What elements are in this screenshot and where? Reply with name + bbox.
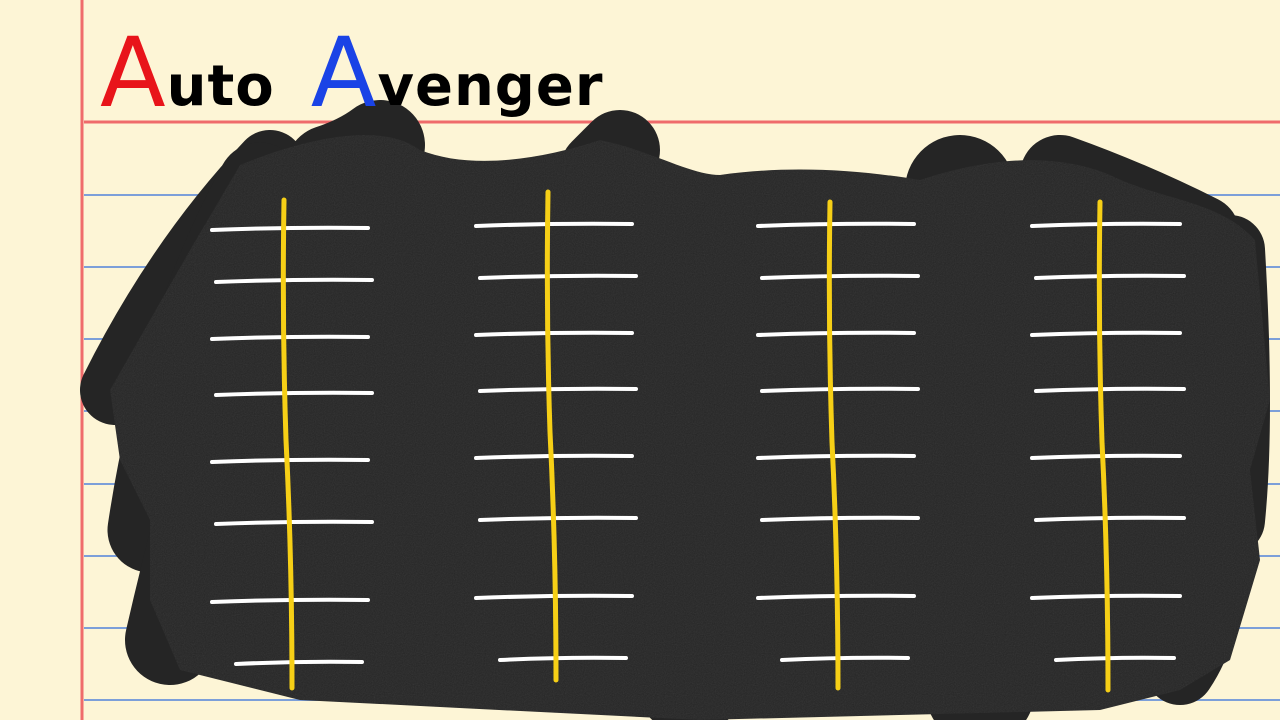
lane-rung (214, 390, 374, 397)
title-word-auto: A uto (100, 17, 275, 129)
lane-rung (756, 453, 916, 460)
lane-rung (498, 655, 628, 662)
lane-rung (478, 386, 638, 393)
lane-rung (780, 655, 910, 662)
lane-rung (1034, 386, 1186, 393)
title-initial-red: A (100, 17, 167, 129)
title-word-avenger: A venger (310, 17, 604, 129)
lane-rung (474, 330, 634, 337)
lane-rung (210, 225, 370, 232)
lane-rung (478, 515, 638, 522)
lane-rung (214, 519, 374, 526)
title-initial-blue: A (310, 17, 378, 129)
lane-rung (1054, 655, 1176, 662)
lane-rung (214, 277, 374, 284)
lane-rung (478, 273, 638, 280)
lane-rung (760, 386, 920, 393)
lane-rung (474, 221, 634, 228)
lane-rung (1030, 221, 1182, 228)
lane-rung (756, 221, 916, 228)
game-title: A uto A venger (100, 17, 604, 129)
title-word-avenger-rest: venger (377, 54, 604, 119)
lane-rung (474, 453, 634, 460)
lane-rung (210, 457, 370, 464)
lane-rung (1030, 330, 1182, 337)
lane-rung (1034, 273, 1186, 280)
lane-rung (760, 515, 920, 522)
lane-rung (756, 330, 916, 337)
lane-rung (760, 273, 920, 280)
lane-rung (234, 659, 364, 666)
title-word-auto-rest: uto (166, 54, 275, 119)
lane-rung (1030, 453, 1182, 460)
lane-rung (210, 334, 370, 341)
lane-rung (1034, 515, 1186, 522)
